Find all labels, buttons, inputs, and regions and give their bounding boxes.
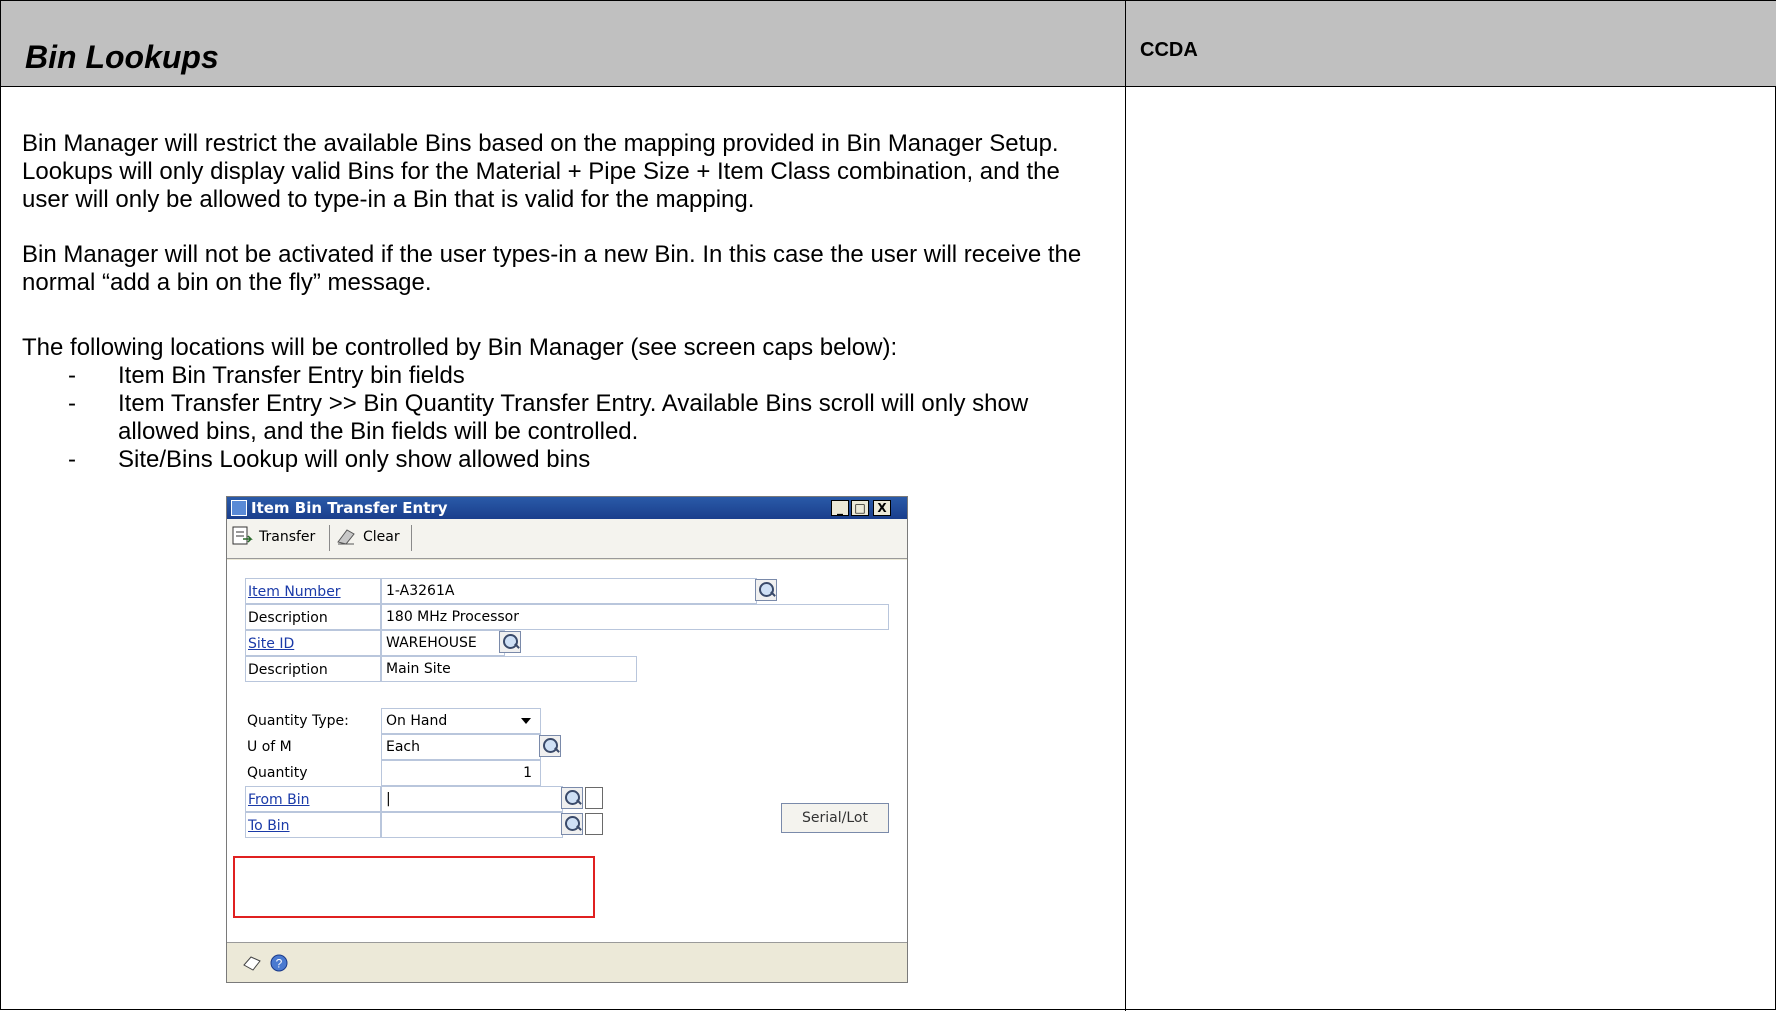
eraser-icon xyxy=(337,529,355,545)
bullet-dash: - xyxy=(68,446,76,473)
from-bin-lookup-icon[interactable] xyxy=(561,787,583,809)
maximize-button[interactable]: □ xyxy=(851,500,869,516)
dialog-status-bar: ? xyxy=(227,942,907,982)
close-button[interactable]: X xyxy=(873,500,891,516)
uofm-label: U of M xyxy=(247,739,292,755)
site-description-field: Main Site xyxy=(381,656,637,682)
quantity-type-select[interactable]: On Hand xyxy=(381,708,541,734)
header-right-cell: CCDA xyxy=(1126,1,1776,87)
transfer-button[interactable]: Transfer xyxy=(259,529,315,545)
ccda-label: CCDA xyxy=(1140,39,1198,61)
help-icon[interactable]: ? xyxy=(269,953,289,973)
to-bin-lookup-icon[interactable] xyxy=(561,813,583,835)
window-icon xyxy=(231,500,247,516)
highlight-box xyxy=(233,856,595,918)
note-icon[interactable] xyxy=(241,953,263,973)
toolbar-separator xyxy=(329,525,330,551)
bullet-text: Item Transfer Entry >> Bin Quantity Tran… xyxy=(118,390,1029,445)
from-bin-link[interactable]: From Bin xyxy=(245,786,381,812)
site-lookup-icon[interactable] xyxy=(499,631,521,653)
description-field: 180 MHz Processor xyxy=(381,604,889,630)
bullet-text: Site/Bins Lookup will only show allowed … xyxy=(118,446,591,473)
bullet-dash: - xyxy=(68,390,76,417)
uofm-field[interactable]: Each xyxy=(381,734,541,760)
from-bin-note-icon[interactable] xyxy=(585,787,603,809)
item-number-link[interactable]: Item Number xyxy=(245,578,381,604)
svg-text:?: ? xyxy=(276,957,283,971)
bullet-text: Item Bin Transfer Entry bin fields xyxy=(118,362,465,389)
to-bin-note-icon[interactable] xyxy=(585,813,603,835)
chevron-down-icon[interactable] xyxy=(521,718,531,724)
clear-button[interactable]: Clear xyxy=(363,529,400,545)
transfer-icon xyxy=(232,526,253,545)
quantity-label: Quantity xyxy=(247,765,308,781)
header-title-cell: Bin Lookups xyxy=(1,1,1126,87)
paragraph-2: Bin Manager will not be activated if the… xyxy=(22,241,1082,296)
toolbar-separator xyxy=(411,525,412,551)
uofm-lookup-icon[interactable] xyxy=(539,735,561,757)
item-number-field[interactable]: 1-A3261A xyxy=(381,578,757,604)
paragraph-1: Bin Manager will restrict the available … xyxy=(22,130,1060,213)
description-label: Description xyxy=(245,604,381,630)
site-id-field[interactable]: WAREHOUSE xyxy=(381,630,505,656)
dialog-toolbar: Transfer Clear xyxy=(227,519,907,559)
bullet-dash: - xyxy=(68,362,76,389)
quantity-type-label: Quantity Type: xyxy=(247,713,349,729)
site-id-link[interactable]: Site ID xyxy=(245,630,381,656)
item-lookup-icon[interactable] xyxy=(755,579,777,601)
from-bin-field[interactable]: | xyxy=(381,786,563,812)
dialog-title-bar: Item Bin Transfer Entry _ □ X xyxy=(227,497,907,519)
site-description-label: Description xyxy=(245,656,381,682)
serial-lot-button[interactable]: Serial/Lot xyxy=(781,803,889,833)
minimize-button[interactable]: _ xyxy=(831,500,849,516)
section-title: Bin Lookups xyxy=(25,39,219,75)
to-bin-field[interactable] xyxy=(381,812,563,838)
paragraph-3: The following locations will be controll… xyxy=(22,334,898,361)
to-bin-link[interactable]: To Bin xyxy=(245,812,381,838)
quantity-field[interactable]: 1 xyxy=(381,760,541,786)
dialog-title: Item Bin Transfer Entry xyxy=(251,499,448,517)
